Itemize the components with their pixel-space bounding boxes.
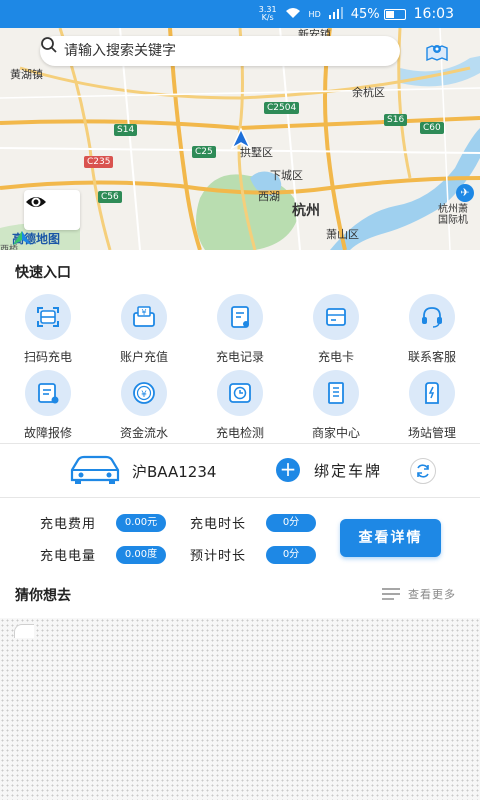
map-label-xiacheng: 下城区 bbox=[270, 169, 303, 182]
quick-entry-label: 充电卡 bbox=[317, 350, 354, 364]
road-badge-s14: S14 bbox=[114, 124, 138, 136]
quick-entry-label: 资金流水 bbox=[119, 426, 168, 440]
map-label-yuhang: 余杭区 bbox=[352, 86, 385, 99]
svg-text:¥: ¥ bbox=[141, 308, 146, 317]
quick-entry-label: 联系客服 bbox=[407, 350, 456, 364]
quick-entry-label: 商家中心 bbox=[311, 426, 360, 440]
merchant-icon bbox=[313, 370, 359, 416]
charging-duration-value: 0分 bbox=[266, 513, 316, 532]
quick-entry-label: 充电检测 bbox=[215, 426, 264, 440]
estimated-duration-row: 预计时长 0分 bbox=[190, 545, 316, 564]
estimated-duration-value: 0分 bbox=[266, 545, 316, 564]
car-icon bbox=[68, 454, 122, 490]
record-icon bbox=[217, 294, 263, 340]
status-bar: 3.31 K/s HD 45% 16:03 bbox=[0, 0, 480, 28]
network-speed-unit: K/s bbox=[261, 13, 274, 22]
station-icon bbox=[409, 370, 455, 416]
charging-energy-value: 0.00度 bbox=[116, 545, 166, 564]
road-badge-s16: S16 bbox=[384, 114, 408, 126]
list-icon bbox=[382, 588, 400, 600]
quick-entry-label: 充电记录 bbox=[215, 350, 264, 364]
hd-label: HD bbox=[308, 9, 321, 19]
map-label-town-left: 黄湖镇 bbox=[10, 68, 43, 81]
refresh-icon bbox=[417, 464, 429, 478]
clock-time: 16:03 bbox=[413, 6, 454, 22]
card-icon bbox=[313, 294, 359, 340]
divider bbox=[0, 497, 480, 498]
charging-energy-label: 充电电量 bbox=[40, 549, 97, 564]
map-label-hangzhou: 杭州 bbox=[292, 203, 320, 219]
map-label-airport: 杭州萧 国际机 bbox=[438, 204, 468, 226]
view-more-link[interactable]: 查看更多 bbox=[382, 586, 456, 602]
quick-entry-label: 账户充值 bbox=[119, 350, 168, 364]
map-location-pin-button[interactable] bbox=[424, 38, 450, 64]
road-badge-c60: C60 bbox=[420, 122, 444, 134]
map-pin-icon bbox=[426, 45, 448, 62]
quick-entry-row: 扫码充电 ¥ 账户充值 充电记录 充电卡 联系客服 bbox=[0, 290, 480, 370]
map-label-xihu: 西湖 bbox=[258, 190, 280, 203]
bind-plate-label: 绑定车牌 bbox=[314, 461, 383, 480]
charging-fee-row: 充电费用 0.00元 bbox=[40, 513, 166, 532]
road-badge-c2504: C2504 bbox=[264, 102, 300, 114]
quick-entry-label: 场站管理 bbox=[407, 426, 456, 440]
quick-entry-station-management[interactable]: 场站管理 bbox=[384, 366, 480, 446]
bind-plate-button[interactable]: + 绑定车牌 bbox=[276, 458, 382, 482]
road-badge-c56: C56 bbox=[98, 191, 122, 203]
quick-entry-fault-repair[interactable]: 故障报修 bbox=[0, 366, 96, 446]
road-badge-c235: C235 bbox=[84, 156, 114, 168]
map-provider-logo: 高德地图 bbox=[12, 230, 60, 247]
plate-row: 沪BAA1234 + 绑定车牌 bbox=[0, 444, 480, 496]
road-badge-c25: C25 bbox=[192, 146, 216, 158]
recommendation-card-corner bbox=[14, 624, 34, 638]
battery-icon bbox=[383, 8, 406, 20]
battery-text: 45% bbox=[350, 6, 380, 22]
clock-icon bbox=[217, 370, 263, 416]
amap-logo-icon bbox=[13, 231, 31, 245]
search-input[interactable] bbox=[64, 43, 364, 59]
quick-entry-recharge[interactable]: ¥ 账户充值 bbox=[96, 290, 192, 370]
refresh-button[interactable] bbox=[410, 458, 436, 484]
quick-entry-scan-charge[interactable]: 扫码充电 bbox=[0, 290, 96, 370]
locate-button[interactable] bbox=[24, 190, 80, 230]
signal-icon bbox=[328, 6, 343, 22]
quick-entry-label: 扫码充电 bbox=[23, 350, 72, 364]
view-more-label: 查看更多 bbox=[408, 588, 456, 601]
recommendation-area bbox=[0, 618, 480, 800]
estimated-duration-label: 预计时长 bbox=[190, 549, 247, 564]
quick-entry-charge-check[interactable]: 充电检测 bbox=[192, 366, 288, 446]
scan-icon bbox=[25, 294, 71, 340]
network-speed: 3.31 K/s bbox=[259, 6, 277, 22]
charging-duration-row: 充电时长 0分 bbox=[190, 513, 316, 532]
quick-entry-charge-card[interactable]: 充电卡 bbox=[288, 290, 384, 370]
quick-entry-label: 故障报修 bbox=[23, 426, 72, 440]
quick-entry-grid: 扫码充电 ¥ 账户充值 充电记录 充电卡 联系客服 故障报修 ¥ 资金流水 充电… bbox=[0, 290, 480, 446]
charging-fee-value: 0.00元 bbox=[116, 513, 166, 532]
charging-duration-label: 充电时长 bbox=[190, 517, 247, 532]
headset-icon bbox=[409, 294, 455, 340]
quick-entry-charge-record[interactable]: 充电记录 bbox=[192, 290, 288, 370]
airport-icon: ✈ bbox=[456, 184, 474, 202]
locate-icon bbox=[26, 197, 46, 207]
plate-number: 沪BAA1234 bbox=[132, 463, 217, 481]
quick-entry-merchant-center[interactable]: 商家中心 bbox=[288, 366, 384, 446]
wifi-icon bbox=[285, 7, 301, 22]
quick-entry-fund-flow[interactable]: ¥ 资金流水 bbox=[96, 366, 192, 446]
guess-title: 猜你想去 bbox=[15, 588, 71, 604]
quick-entry-title: 快速入口 bbox=[15, 265, 71, 281]
quick-entry-customer-service[interactable]: 联系客服 bbox=[384, 290, 480, 370]
wallet-yen-icon: ¥ bbox=[121, 294, 167, 340]
repair-icon bbox=[25, 370, 71, 416]
charging-energy-row: 充电电量 0.00度 bbox=[40, 545, 166, 564]
plus-icon: + bbox=[276, 458, 300, 482]
map-view[interactable]: 黄湖镇 新安镇 余杭区 拱墅区 下城区 西湖 杭州 萧山区 杭州萧 国际机 西桥… bbox=[0, 28, 480, 250]
search-bar[interactable] bbox=[40, 36, 400, 66]
quick-entry-row: 故障报修 ¥ 资金流水 充电检测 商家中心 场站管理 bbox=[0, 366, 480, 446]
battery-fill bbox=[385, 10, 394, 18]
map-label-xiaoshan: 萧山区 bbox=[326, 228, 359, 241]
view-details-button[interactable]: 查看详情 bbox=[340, 519, 441, 557]
money-flow-icon: ¥ bbox=[121, 370, 167, 416]
charging-fee-label: 充电费用 bbox=[40, 517, 97, 532]
svg-text:¥: ¥ bbox=[141, 390, 147, 400]
